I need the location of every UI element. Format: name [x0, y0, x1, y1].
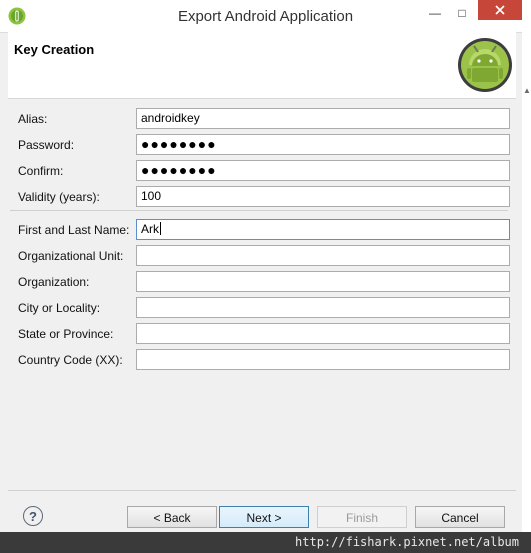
close-icon	[495, 5, 505, 15]
text-caret	[160, 222, 161, 235]
city-field[interactable]	[136, 297, 510, 318]
android-robot-icon	[458, 38, 512, 92]
validity-label: Validity (years):	[18, 190, 100, 204]
wizard-banner: Key Creation	[8, 32, 516, 99]
form-divider	[10, 210, 508, 211]
name-value: Ark	[141, 222, 159, 236]
organization-label: Organization:	[18, 275, 90, 289]
validity-field[interactable]: 100	[136, 186, 510, 207]
org-unit-label: Organizational Unit:	[18, 249, 124, 263]
name-row: First and Last Name: Ark	[18, 219, 510, 241]
city-label: City or Locality:	[18, 301, 101, 315]
alias-label: Alias:	[18, 112, 48, 126]
password-row: Password: ●●●●●●●●	[18, 134, 510, 156]
password-label: Password:	[18, 138, 75, 152]
country-row: Country Code (XX):	[18, 349, 510, 371]
export-dialog: Export Android Application — □ Key Creat…	[0, 0, 531, 553]
help-button[interactable]: ?	[23, 506, 43, 526]
title-bar: Export Android Application — □	[0, 0, 531, 33]
org-unit-field[interactable]	[136, 245, 510, 266]
next-button[interactable]: Next >	[219, 506, 309, 528]
confirm-password-field[interactable]: ●●●●●●●●	[136, 160, 510, 181]
watermark-bar: http://fishark.pixnet.net/album	[0, 532, 531, 553]
state-label: State or Province:	[18, 327, 114, 341]
name-label: First and Last Name:	[18, 223, 130, 237]
confirm-row: Confirm: ●●●●●●●●	[18, 160, 510, 182]
organization-row: Organization:	[18, 271, 510, 293]
footer-divider	[8, 490, 516, 491]
right-scroll-edge	[522, 32, 531, 532]
name-field[interactable]: Ark	[136, 219, 510, 240]
alias-row: Alias: androidkey	[18, 108, 510, 130]
country-field[interactable]	[136, 349, 510, 370]
page-title: Key Creation	[14, 42, 95, 57]
finish-button[interactable]: Finish	[317, 506, 407, 528]
validity-row: Validity (years): 100	[18, 186, 510, 208]
password-field[interactable]: ●●●●●●●●	[136, 134, 510, 155]
minimize-button[interactable]: —	[424, 0, 446, 26]
country-label: Country Code (XX):	[18, 353, 123, 367]
chevron-up-icon: ▲	[523, 86, 531, 95]
maximize-button[interactable]: □	[450, 0, 474, 26]
back-button[interactable]: < Back	[127, 506, 217, 528]
state-field[interactable]	[136, 323, 510, 344]
help-icon: ?	[29, 509, 37, 524]
state-row: State or Province:	[18, 323, 510, 345]
watermark-text: http://fishark.pixnet.net/album	[295, 535, 519, 549]
org-unit-row: Organizational Unit:	[18, 245, 510, 267]
city-row: City or Locality:	[18, 297, 510, 319]
close-button[interactable]	[478, 0, 522, 20]
alias-field[interactable]: androidkey	[136, 108, 510, 129]
cancel-button[interactable]: Cancel	[415, 506, 505, 528]
confirm-label: Confirm:	[18, 164, 64, 178]
organization-field[interactable]	[136, 271, 510, 292]
